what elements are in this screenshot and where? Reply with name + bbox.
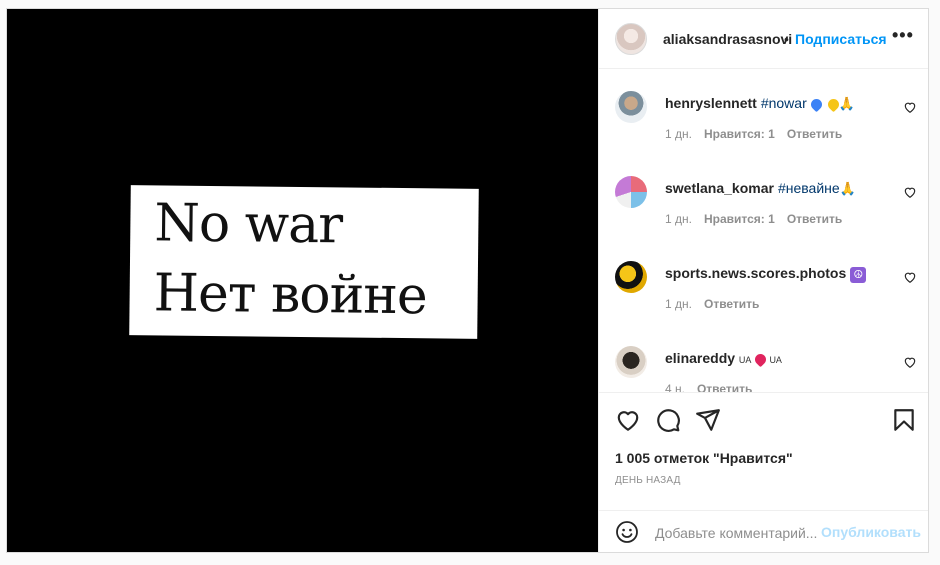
comment-time[interactable]: 1 дн. (665, 127, 692, 141)
commenter-avatar[interactable] (615, 91, 647, 123)
commenter-avatar[interactable] (615, 346, 647, 378)
reply-button[interactable]: Ответить (704, 297, 759, 311)
post-image[interactable]: No war Нет войне (7, 9, 598, 552)
publish-button[interactable]: Опубликовать (821, 524, 921, 540)
comment-body: swetlana_komar #невайне🙏 (665, 180, 856, 197)
comment-likes[interactable]: Нравится: 1 (704, 212, 775, 226)
sign-text-line2: Нет войне (153, 263, 428, 327)
comment-meta: 4 н. Ответить (665, 382, 764, 392)
comment-item: sports.news.scores.photos ☮ 1 дн. Ответить (599, 239, 928, 324)
commenter-avatar[interactable] (615, 261, 647, 293)
comment-body: henryslennett #nowar 🙏 (665, 95, 855, 113)
commenter-username[interactable]: elinareddy (665, 350, 735, 366)
emoji-icon[interactable] (615, 520, 639, 544)
comment-hashtag[interactable]: #невайне (778, 180, 840, 196)
commenter-avatar[interactable] (615, 176, 647, 208)
protest-sign: No war Нет войне (129, 185, 479, 339)
comment-body: sports.news.scores.photos ☮ (665, 265, 867, 283)
reply-button[interactable]: Ответить (787, 212, 842, 226)
comment-icon[interactable] (655, 407, 681, 433)
comment-meta: 1 дн. Ответить (665, 297, 771, 311)
post-modal: No war Нет войне aliaksandrasasnovi • По… (6, 8, 929, 553)
comment-time[interactable]: 1 дн. (665, 297, 692, 311)
commenter-username[interactable]: sports.news.scores.photos (665, 265, 846, 281)
like-comment-icon[interactable] (903, 270, 917, 284)
red-heart-icon (753, 351, 769, 368)
folded-hands-icon: 🙏 (838, 96, 855, 111)
share-icon[interactable] (695, 407, 721, 433)
author-username[interactable]: aliaksandrasasnovi (663, 31, 792, 47)
ua-flag-icon: UA (769, 355, 782, 365)
comment-meta: 1 дн. Нравится: 1 Ответить (665, 212, 854, 226)
comment-likes[interactable]: Нравится: 1 (704, 127, 775, 141)
comment-input[interactable] (655, 519, 825, 547)
ua-flag-icon: UA (738, 355, 752, 365)
folded-hands-icon: 🙏 (839, 181, 856, 196)
comment-time[interactable]: 1 дн. (665, 212, 692, 226)
comment-hashtag[interactable]: #nowar (761, 95, 807, 111)
blue-heart-icon (808, 96, 825, 113)
comment-body: elinareddy UA UA (665, 350, 782, 368)
commenter-username[interactable]: swetlana_komar (665, 180, 774, 196)
follow-button[interactable]: Подписаться (795, 31, 887, 47)
post-side-panel: aliaksandrasasnovi • Подписаться ••• hen… (598, 9, 928, 552)
reply-button[interactable]: Ответить (787, 127, 842, 141)
comment-item: henryslennett #nowar 🙏 1 дн. Нравится: 1 Отв… (599, 69, 928, 154)
like-comment-icon[interactable] (903, 100, 917, 114)
post-timestamp[interactable]: ДЕНЬ НАЗАД (615, 475, 681, 486)
header-separator: • (784, 31, 789, 47)
author-avatar[interactable] (615, 23, 647, 55)
comment-item: swetlana_komar #невайне🙏 1 дн. Нравится: 1… (599, 154, 928, 239)
reply-button[interactable]: Ответить (697, 382, 752, 392)
like-icon[interactable] (615, 407, 641, 433)
likes-count[interactable]: 1 005 отметок "Нравится" (615, 450, 793, 466)
comment-meta: 1 дн. Нравится: 1 Ответить (665, 127, 854, 141)
peace-symbol-icon: ☮ (850, 267, 867, 283)
commenter-username[interactable]: henryslennett (665, 95, 757, 111)
like-comment-icon[interactable] (903, 355, 917, 369)
post-header: aliaksandrasasnovi • Подписаться ••• (599, 9, 928, 69)
more-options-icon[interactable]: ••• (892, 25, 914, 46)
save-icon[interactable] (891, 407, 917, 433)
add-comment-bar: Опубликовать (599, 510, 928, 552)
like-comment-icon[interactable] (903, 185, 917, 199)
comment-time[interactable]: 4 н. (665, 382, 685, 392)
post-actions: 1 005 отметок "Нравится" ДЕНЬ НАЗАД (599, 392, 928, 510)
comments-list[interactable]: henryslennett #nowar 🙏 1 дн. Нравится: 1 Отв… (599, 69, 928, 392)
comment-item: elinareddy UA UA 4 н. Ответить (599, 324, 928, 392)
sign-text-line1: No war (154, 193, 343, 256)
